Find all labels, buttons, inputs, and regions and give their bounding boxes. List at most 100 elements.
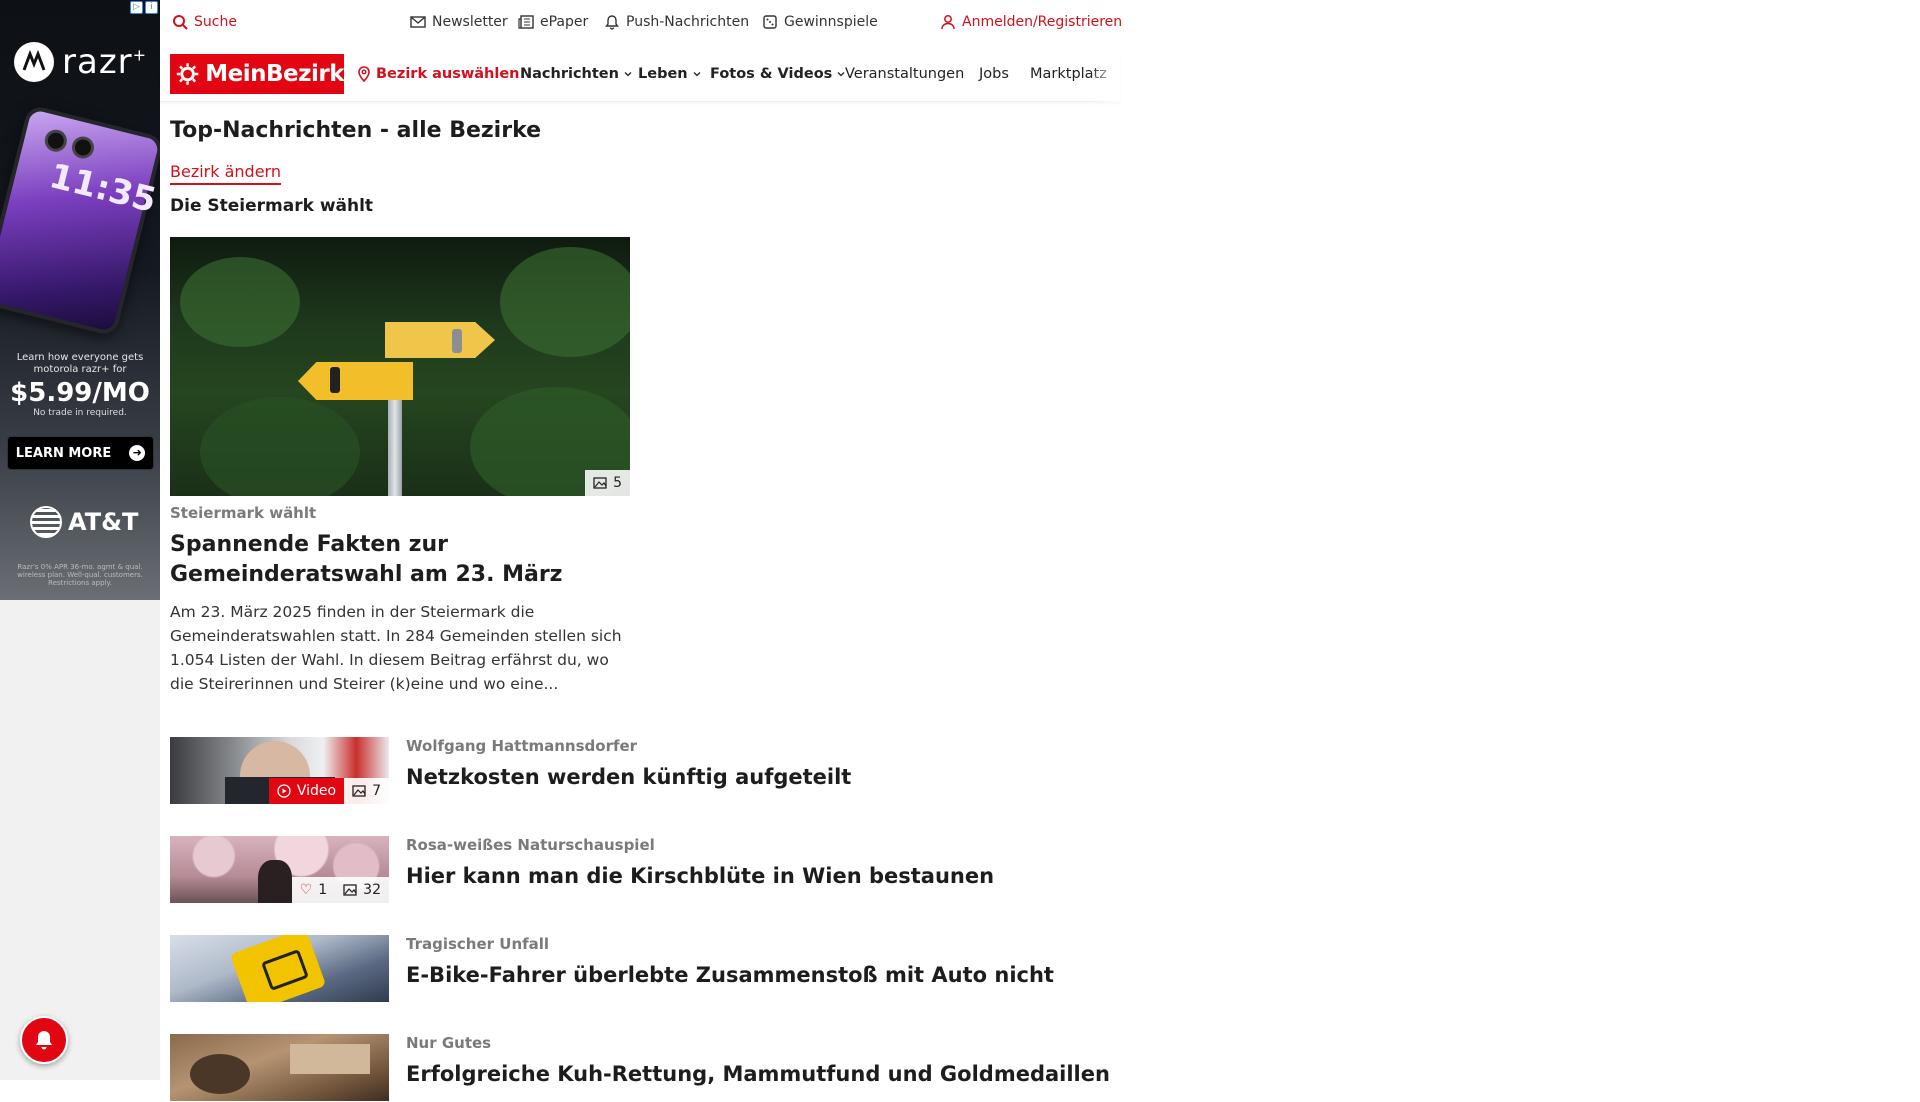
nav-item-fotos-videos[interactable]: Fotos & Videos [710, 66, 846, 82]
ad-carrier: AT&T [68, 508, 139, 536]
video-badge: Video [268, 778, 345, 804]
article-thumbnail[interactable] [170, 935, 389, 1002]
ad-learn-more-button[interactable]: LEARN MORE ➜ [7, 436, 154, 470]
image-icon [352, 785, 366, 797]
push-link[interactable]: Push-Nachrichten [604, 14, 749, 30]
media-badges: ♡ 1 32 [291, 877, 389, 903]
likes-count: 1 [318, 882, 328, 898]
article-thumbnail[interactable]: ♡ 1 32 [170, 836, 389, 903]
list-item[interactable]: Nur Gutes Erfolgreiche Kuh-Rettung, Mamm… [170, 1034, 1110, 1102]
article-thumbnail[interactable] [170, 1034, 389, 1101]
hero-article-image[interactable]: 5 [170, 237, 630, 496]
play-circle-icon [277, 784, 291, 798]
ad-phone-image: 11:35 [0, 104, 160, 337]
logo-sun-icon [176, 63, 199, 85]
district-label: Bezirk auswählen [376, 66, 520, 82]
list-item[interactable]: ♡ 1 32 Rosa-weißes Naturschauspiel Hier … [170, 836, 1110, 904]
nav-label: Jobs [979, 66, 1009, 82]
search-label: Suche [194, 14, 237, 30]
ad-note: No trade in required. [33, 408, 127, 418]
likes-badge: ♡ 1 [291, 877, 336, 903]
media-badges: Video 7 [268, 778, 389, 804]
hero-title[interactable]: Spannende Fakten zur Gemeinderatswahl am… [170, 530, 630, 590]
ad-phone-time: 11:35 [45, 155, 160, 221]
epaper-label: ePaper [540, 14, 589, 30]
photo-count: 5 [613, 475, 622, 491]
location-pin-icon [358, 66, 370, 82]
article-title[interactable]: E-Bike-Fahrer überlebte Zusammenstoß mit… [406, 963, 1054, 987]
change-district-link[interactable]: Bezirk ändern [170, 162, 281, 185]
mail-icon [410, 16, 426, 28]
nav-item-leben[interactable]: Leben [638, 66, 702, 82]
epaper-link[interactable]: ePaper [518, 14, 588, 30]
ad-choices-badge[interactable]: ▷ i [130, 1, 158, 14]
login-link[interactable]: Anmelden/Registrieren [940, 14, 1122, 30]
page-content: Suche Newsletter ePaper Push-Nachrichten… [160, 0, 1122, 1101]
article-kicker: Wolfgang Hattmannsdorfer [406, 737, 638, 755]
advertisement-banner[interactable]: ▷ i razr+ 11:35 Learn how everyone gets … [0, 0, 160, 600]
logo-text: MeinBezirk [205, 61, 344, 87]
image-icon [593, 477, 607, 489]
utility-bar: Suche Newsletter ePaper Push-Nachrichten… [160, 0, 1122, 46]
newspaper-icon [518, 15, 534, 29]
heart-icon: ♡ [299, 882, 313, 898]
photo-count-badge: 32 [335, 877, 389, 903]
ad-cta-label: LEARN MORE [15, 445, 112, 461]
login-label: Anmelden/Registrieren [962, 14, 1123, 30]
att-logo: AT&T [30, 506, 138, 538]
hero-teaser: Am 23. März 2025 finden in der Steiermar… [170, 603, 622, 693]
article-thumbnail[interactable]: Video 7 [170, 737, 389, 804]
chevron-down-icon [693, 72, 701, 77]
photo-count: 32 [363, 882, 381, 898]
contests-label: Gewinnspiele [784, 14, 878, 30]
meinbezirk-logo[interactable]: MeinBezirk [170, 54, 344, 94]
push-label: Push-Nachrichten [626, 14, 750, 30]
user-icon [941, 15, 955, 30]
district-selector[interactable]: Bezirk auswählen [356, 66, 520, 82]
photo-count-badge: 5 [585, 470, 630, 496]
page-title: Top-Nachrichten - alle Bezirke [170, 118, 542, 143]
search-link[interactable]: Suche [172, 14, 237, 30]
ad-brand-name: razr+ [62, 42, 148, 82]
ad-info-icon: i [145, 1, 158, 14]
photo-count: 7 [372, 783, 381, 799]
section-title: Die Steiermark wählt [170, 196, 374, 216]
article-kicker: Nur Gutes [406, 1034, 492, 1052]
main-navigation: MeinBezirk Bezirk auswählen Nachrichten … [160, 52, 1120, 102]
bell-icon [36, 1031, 52, 1050]
ad-play-icon: ▷ [130, 1, 143, 14]
article-kicker: Tragischer Unfall [406, 935, 550, 953]
nav-label: Nachrichten [520, 66, 619, 82]
bell-outline-icon [605, 15, 619, 30]
article-title[interactable]: Netzkosten werden künftig aufgeteilt [406, 765, 851, 789]
list-item[interactable]: Tragischer Unfall E-Bike-Fahrer überlebt… [170, 935, 1110, 1003]
dice-icon [763, 15, 777, 29]
newsletter-label: Newsletter [432, 14, 508, 30]
photo-count-badge: 7 [344, 778, 389, 804]
ad-brand-row: razr+ [14, 42, 147, 82]
nav-item-jobs[interactable]: Jobs [979, 66, 1009, 82]
arrow-right-icon: ➜ [129, 445, 146, 461]
att-globe-icon [30, 506, 62, 538]
video-label: Video [296, 783, 337, 799]
list-item[interactable]: Video 7 Wolfgang Hattmannsdorfer Netzkos… [170, 737, 1110, 805]
article-title[interactable]: Hier kann man die Kirschblüte in Wien be… [406, 864, 994, 888]
nav-fade-overlay [1090, 52, 1120, 102]
article-kicker: Rosa-weißes Naturschauspiel [406, 836, 655, 854]
hero-kicker: Steiermark wählt [170, 504, 317, 522]
image-icon [343, 884, 357, 896]
ad-line: Learn how everyone gets motorola razr+ f… [16, 352, 144, 375]
newsletter-link[interactable]: Newsletter [410, 14, 508, 30]
article-title[interactable]: Erfolgreiche Kuh-Rettung, Mammutfund und… [406, 1062, 1110, 1086]
nav-item-veranstaltungen[interactable]: Veranstaltungen [845, 66, 964, 82]
push-notification-button[interactable] [20, 1016, 68, 1064]
nav-label: Fotos & Videos [710, 66, 833, 82]
contests-link[interactable]: Gewinnspiele [762, 14, 878, 30]
nav-label: Leben [638, 66, 688, 82]
nav-item-nachrichten[interactable]: Nachrichten [520, 66, 633, 82]
ad-fine-print: Razr's 0% APR 36-mo. agmt & qual. wirele… [17, 563, 143, 587]
search-icon [173, 15, 188, 30]
ad-price: $5.99/MO [10, 378, 150, 408]
nav-label: Veranstaltungen [845, 66, 965, 82]
motorola-logo-icon [14, 42, 54, 82]
